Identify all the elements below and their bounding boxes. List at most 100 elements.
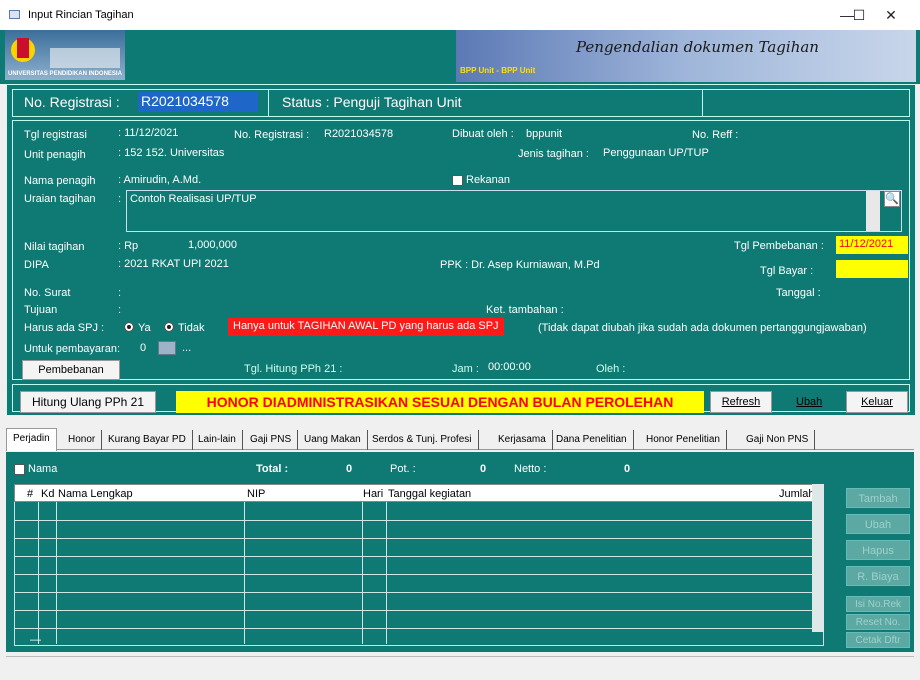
grid-header: # Kd Nama Lengkap NIP Hari Tanggal kegia… bbox=[14, 484, 824, 502]
col-kd: Kd bbox=[41, 488, 55, 500]
no-reg-value: R2021034578 bbox=[324, 128, 394, 140]
netto-value: 0 bbox=[624, 463, 631, 475]
unit-label: Unit penagih bbox=[24, 149, 86, 161]
tab-lain-lain[interactable]: Lain-lain bbox=[192, 430, 243, 450]
rekanan-checkbox[interactable] bbox=[452, 175, 463, 189]
spj-tidak-radio[interactable] bbox=[164, 322, 174, 335]
grid-line bbox=[14, 610, 812, 611]
uraian-value: Contoh Realisasi UP/TUP bbox=[130, 193, 257, 205]
untuk-value: 0 bbox=[140, 342, 147, 354]
col-tanggal-kegiatan: Tanggal kegiatan bbox=[388, 488, 472, 500]
dipa-label: DIPA bbox=[24, 259, 49, 271]
nama-label: Nama penagih bbox=[24, 175, 96, 187]
tab-serdos[interactable]: Serdos & Tunj. Profesi bbox=[366, 430, 479, 450]
col-hari: Hari bbox=[363, 488, 384, 500]
tujuan-label: Tujuan bbox=[24, 304, 58, 316]
rekanan-label: Rekanan bbox=[466, 174, 511, 186]
spj-note: Hanya untuk TAGIHAN AWAL PD yang harus a… bbox=[228, 318, 504, 336]
tgl-registrasi-label: Tgl registrasi bbox=[24, 129, 87, 141]
tab-perjadin[interactable]: Perjadin bbox=[6, 428, 57, 451]
window-title: Input Rincian Tagihan bbox=[28, 9, 134, 21]
jam-label: Jam : bbox=[452, 363, 479, 375]
tgl-registrasi-value: : 11/12/2021 bbox=[118, 127, 179, 139]
hapus-button[interactable]: Hapus bbox=[846, 540, 910, 560]
spj-ya-radio[interactable] bbox=[124, 322, 134, 335]
uraian-scrollbar[interactable] bbox=[866, 191, 880, 231]
university-logo-icon bbox=[11, 38, 120, 68]
tgl-pph-label: Tgl. Hitung PPh 21 : bbox=[244, 363, 343, 375]
grid-line bbox=[38, 484, 39, 644]
detail-grid[interactable] bbox=[14, 484, 824, 646]
ubah-row-button[interactable]: Ubah bbox=[846, 514, 910, 534]
tgl-pembebanan-field[interactable]: 11/12/2021 bbox=[836, 236, 908, 254]
tab-gaji-non-pns[interactable]: Gaji Non PNS bbox=[740, 430, 816, 450]
ubah-button[interactable]: Ubah bbox=[796, 396, 822, 408]
tgl-bayar-label: Tgl Bayar : bbox=[760, 265, 814, 277]
ppk-text: PPK : Dr. Asep Kurniawan, M.Pd bbox=[440, 259, 600, 271]
ket-label: Ket. tambahan : bbox=[486, 304, 564, 316]
search-icon[interactable]: 🔍 bbox=[884, 191, 900, 207]
jam-value: 00:00:00 bbox=[488, 361, 531, 373]
tab-kurang-bayar-pd[interactable]: Kurang Bayar PD bbox=[102, 430, 193, 450]
tab-gaji-pns[interactable]: Gaji PNS bbox=[244, 430, 299, 450]
status-strip bbox=[6, 656, 914, 678]
hitung-pph-button[interactable]: Hitung Ulang PPh 21 bbox=[20, 391, 156, 413]
status-text: Status : Penguji Tagihan Unit bbox=[282, 94, 462, 110]
tab-honor-penelitian[interactable]: Honor Penelitian bbox=[640, 430, 727, 450]
keluar-button[interactable]: Keluar bbox=[846, 391, 908, 413]
uraian-colon: : bbox=[118, 193, 122, 205]
total-value: 0 bbox=[346, 463, 353, 475]
nama-checkbox[interactable] bbox=[14, 464, 25, 478]
untuk-lookup-button[interactable] bbox=[158, 341, 176, 355]
pembebanan-button[interactable]: Pembebanan bbox=[22, 360, 120, 380]
pot-value: 0 bbox=[480, 463, 487, 475]
grid-line bbox=[362, 484, 363, 644]
divider bbox=[268, 89, 269, 117]
reg-label: No. Registrasi : bbox=[24, 94, 120, 110]
dibuat-label: Dibuat oleh : bbox=[452, 128, 514, 140]
tab-honor[interactable]: Honor bbox=[62, 430, 103, 450]
close-icon[interactable]: ✕ bbox=[876, 6, 906, 26]
cetak-dftr-button[interactable]: Cetak Dftr bbox=[846, 632, 910, 648]
untuk-label: Untuk pembayaran: bbox=[24, 343, 120, 355]
grid-line bbox=[14, 574, 812, 575]
r-biaya-button[interactable]: R. Biaya bbox=[846, 566, 910, 586]
col-jumlah: Jumlah bbox=[779, 488, 815, 500]
grid-line bbox=[14, 556, 812, 557]
tgl-bayar-field[interactable] bbox=[836, 260, 908, 278]
nama-col-label: Nama bbox=[28, 463, 58, 475]
maximize-icon[interactable]: ☐ bbox=[844, 6, 874, 26]
spj-ya-label: Ya bbox=[138, 322, 151, 334]
grid-line bbox=[244, 484, 245, 644]
refresh-button[interactable]: Refresh bbox=[710, 391, 772, 413]
grid-scrollbar[interactable] bbox=[812, 484, 824, 632]
tanggal-label: Tanggal : bbox=[776, 287, 821, 299]
tab-dana-penelitian[interactable]: Dana Penelitian bbox=[550, 430, 634, 450]
reg-number-field[interactable]: R2021034578 bbox=[138, 92, 258, 112]
tambah-button[interactable]: Tambah bbox=[846, 488, 910, 508]
nama-value: : Amirudin, A.Md. bbox=[118, 174, 202, 186]
untuk-ellipsis: ... bbox=[182, 342, 192, 354]
no-surat-label: No. Surat bbox=[24, 287, 71, 299]
tgl-pembebanan-label: Tgl Pembebanan : bbox=[734, 240, 824, 252]
total-label: Total : bbox=[256, 463, 289, 475]
unit-value: : 152 152. Universitas bbox=[118, 147, 225, 159]
reset-no-button[interactable]: Reset No. bbox=[846, 614, 910, 630]
isi-no-rek-button[interactable]: Isi No.Rek bbox=[846, 596, 910, 612]
grid-line bbox=[14, 538, 812, 539]
banner-unit: BPP Unit - BPP Unit bbox=[460, 66, 536, 75]
tab-uang-makan[interactable]: Uang Makan bbox=[298, 430, 368, 450]
pot-label: Pot. : bbox=[390, 463, 416, 475]
no-reg-label: No. Registrasi : bbox=[234, 129, 310, 141]
grid-line bbox=[386, 484, 387, 644]
nilai-rp: : Rp bbox=[118, 240, 139, 252]
divider bbox=[702, 89, 703, 117]
col-nip: NIP bbox=[247, 488, 266, 500]
grid-line bbox=[14, 628, 812, 629]
tab-kerjasama[interactable]: Kerjasama bbox=[492, 430, 553, 450]
nilai-value: 1,000,000 bbox=[188, 239, 237, 251]
netto-label: Netto : bbox=[514, 463, 547, 475]
grid-line bbox=[14, 520, 812, 521]
grid-footer: — bbox=[30, 634, 41, 646]
jenis-value: Penggunaan UP/TUP bbox=[603, 147, 709, 159]
